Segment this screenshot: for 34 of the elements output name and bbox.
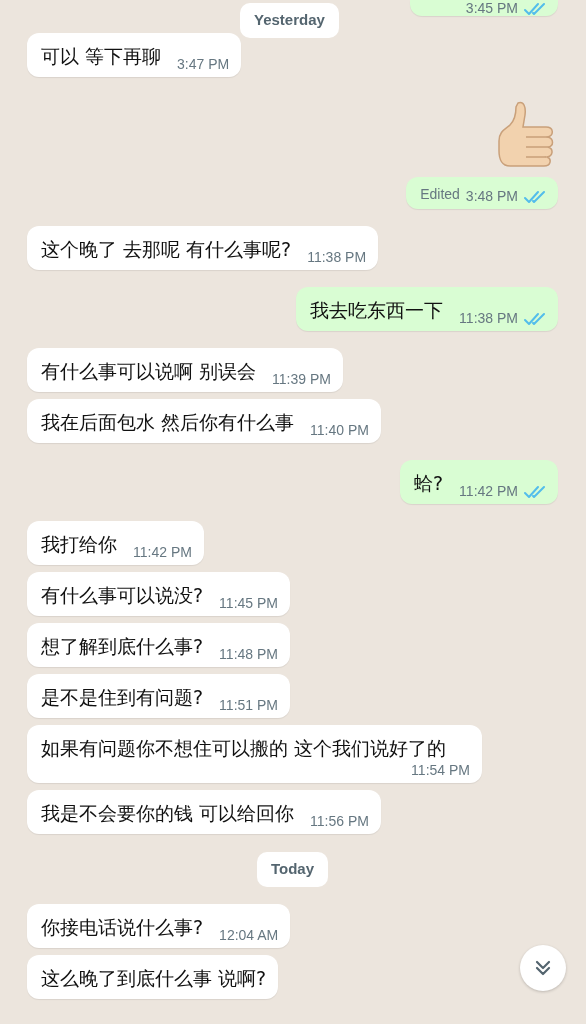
message-text: 我打给你 — [41, 532, 117, 557]
message-text: 我在后面包水 然后你有什么事 — [41, 410, 295, 435]
message-text: 可以 等下再聊 — [41, 44, 162, 69]
message-time: 3:48 PM — [465, 188, 518, 204]
message-time: 11:42 PM — [459, 483, 518, 499]
message-time: 3:47 PM — [177, 56, 230, 72]
message-text: 有什么事可以说啊 别误会 — [41, 359, 257, 384]
message-time: 11:40 PM — [310, 422, 369, 438]
message-time: 11:51 PM — [219, 697, 278, 713]
message-text: 这个晚了 去那呢 有什么事呢? — [41, 237, 292, 262]
double-chevron-icon — [533, 958, 553, 978]
message-time: 11:39 PM — [272, 371, 331, 387]
message-text: 是不是住到有问题? — [41, 685, 204, 710]
message-time: 11:48 PM — [219, 646, 278, 662]
message-time: 3:45 PM — [465, 0, 518, 16]
date-label: Today — [256, 852, 329, 887]
message-time: 11:56 PM — [310, 813, 369, 829]
message-time: 11:42 PM — [133, 544, 192, 560]
message-text: 这么晚了到底什么事 说啊? — [41, 965, 267, 991]
message-text: 想了解到底什么事? — [41, 634, 204, 659]
message-text: 蛤? — [414, 471, 444, 496]
scroll-down-button[interactable] — [520, 945, 566, 991]
message-time: 11:45 PM — [219, 595, 278, 611]
message-time: 12:04 AM — [219, 926, 279, 943]
message-time: 11:54 PM — [411, 762, 470, 778]
message-text: 我是不会要你的钱 可以给回你 — [41, 801, 295, 826]
date-label: Yesterday — [240, 3, 339, 38]
message-text: 你接电话说什么事? — [41, 914, 204, 940]
message-time: 11:38 PM — [307, 249, 367, 265]
message-text: 我去吃东西一下 — [310, 298, 444, 323]
message-text: 如果有问题你不想住可以搬的 这个我们说好了的 — [41, 736, 447, 761]
message-time: 11:38 PM — [459, 310, 518, 326]
edited-label: Edited — [420, 186, 460, 202]
message-text: 有什么事可以说没? — [41, 583, 204, 608]
